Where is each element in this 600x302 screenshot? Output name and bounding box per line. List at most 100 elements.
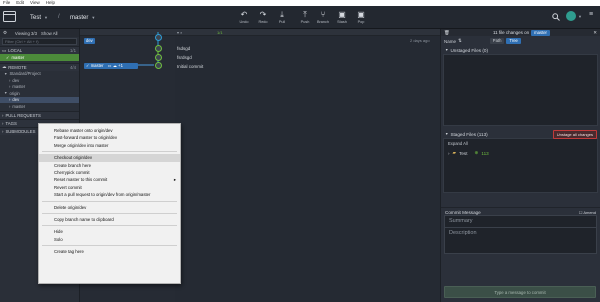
menu-item-hide[interactable]: Hide bbox=[39, 228, 180, 235]
chevron-right-icon: › bbox=[9, 77, 11, 83]
menu-item-fast-forward[interactable]: Fast-forward master to origin/dev bbox=[39, 134, 180, 141]
sort-name[interactable]: Name bbox=[444, 39, 456, 44]
staged-files-header[interactable]: ▼ Staged Files (113) Unstage all changes bbox=[441, 129, 600, 139]
pop-button[interactable]: ▣ Pop bbox=[351, 9, 371, 27]
repo-selector[interactable]: Test ▼ bbox=[30, 12, 48, 23]
commit-row[interactable]: fsdsgd bbox=[80, 44, 440, 53]
menu-item-start-pull-request[interactable]: Start a pull request to origin/dev from … bbox=[39, 191, 180, 198]
separator-icon: / bbox=[58, 14, 60, 20]
summary-input[interactable]: Summary bbox=[444, 215, 597, 228]
branch-pill: master bbox=[531, 29, 550, 36]
commit-row[interactable]: fsrdsgd bbox=[80, 53, 440, 62]
trash-icon[interactable]: 🗑 bbox=[444, 30, 450, 36]
staged-files-list[interactable]: Expand All › ▰ Test ⊕ 113 bbox=[443, 138, 598, 193]
description-input[interactable]: Description bbox=[444, 228, 597, 254]
search-icon[interactable] bbox=[552, 13, 560, 21]
chevron-down-icon: ▼ bbox=[91, 15, 96, 20]
computer-icon: ▭ bbox=[107, 63, 112, 68]
menu-separator bbox=[42, 212, 177, 214]
sidebar-item-master[interactable]: ✓ master bbox=[0, 54, 79, 61]
branch-selector[interactable]: master ▼ bbox=[70, 12, 95, 23]
menu-icon[interactable]: ≡ bbox=[589, 11, 593, 18]
cloud-icon: ☁ bbox=[112, 63, 117, 68]
section-remote[interactable]: ☁ REMOTE 4/4 bbox=[0, 62, 79, 71]
chevron-right-icon: › bbox=[2, 112, 4, 118]
menu-item-reset[interactable]: Reset master to this commit ▸ bbox=[39, 176, 180, 183]
chevron-right-icon: › bbox=[448, 150, 450, 156]
stash-icon: ▣ bbox=[338, 10, 346, 19]
close-icon[interactable]: ✕ bbox=[593, 30, 597, 36]
chevron-right-icon: › bbox=[9, 97, 11, 103]
menu-item-merge[interactable]: Merge origin/dev into master bbox=[39, 142, 180, 149]
viewing-count: Viewing 3/3 bbox=[14, 30, 37, 36]
view-tabs: Name ⇅ Path Tree bbox=[441, 36, 600, 46]
chevron-down-icon[interactable]: ▼ bbox=[578, 14, 582, 19]
tab-path[interactable]: Path bbox=[489, 38, 505, 44]
menu-item-revert[interactable]: Revert commit bbox=[39, 184, 180, 191]
menu-item-cherrypick[interactable]: Cherrypick commit bbox=[39, 169, 180, 176]
chevron-down-icon: ▼ bbox=[4, 71, 8, 76]
avatar[interactable] bbox=[566, 11, 576, 21]
menu-item-rebase[interactable]: Rebase master onto origin/dev bbox=[39, 127, 180, 134]
branch-button[interactable]: ⑂ Branch bbox=[313, 9, 333, 27]
repo-name: Test bbox=[30, 14, 42, 21]
menu-item-checkout[interactable]: Checkout origin/dev bbox=[39, 154, 180, 162]
chevron-down-icon: ▼ bbox=[4, 91, 8, 96]
unstaged-files-list[interactable] bbox=[443, 54, 598, 126]
commit-button[interactable]: Type a message to commit bbox=[444, 286, 596, 298]
commit-node[interactable] bbox=[155, 54, 162, 61]
redo-icon: ↷ bbox=[259, 10, 267, 19]
unstaged-files-header[interactable]: ▼ Unstaged Files (0) bbox=[441, 46, 600, 54]
amend-checkbox[interactable]: ☐ Amend bbox=[579, 210, 596, 215]
cloud-icon: ☁ bbox=[2, 64, 7, 69]
push-button[interactable]: ⤒ Push bbox=[295, 9, 315, 27]
commit-message-header: Commit Message ☐ Amend bbox=[441, 207, 600, 215]
context-menu: Rebase master onto origin/dev Fast-forwa… bbox=[38, 123, 181, 284]
commit-node[interactable] bbox=[155, 34, 162, 41]
unstage-all-button[interactable]: Unstage all changes bbox=[552, 129, 597, 139]
changes-header: 🗑 11 file changes on master ✕ bbox=[441, 29, 600, 36]
section-local[interactable]: ▭ LOCAL 1/1 bbox=[0, 46, 79, 54]
sort-icon[interactable]: ⇅ bbox=[458, 38, 462, 44]
chevron-right-icon: ▸ bbox=[173, 177, 176, 183]
menu-item-delete[interactable]: Delete origin/dev bbox=[39, 204, 180, 211]
menu-separator bbox=[42, 151, 177, 153]
menu-item-solo[interactable]: Solo bbox=[39, 236, 180, 243]
branch-icon: ⑂ bbox=[320, 10, 326, 19]
redo-button[interactable]: ↷ Redo bbox=[253, 9, 273, 27]
menu-item-create-branch[interactable]: Create branch here bbox=[39, 162, 180, 169]
pop-icon: ▣ bbox=[357, 10, 365, 19]
gear-icon[interactable]: ⚙ bbox=[3, 30, 7, 36]
pull-icon: ⤓ bbox=[280, 10, 284, 19]
check-icon: ✓ bbox=[6, 54, 10, 60]
section-pull-requests[interactable]: › PULL REQUESTS bbox=[0, 110, 79, 119]
computer-icon: ▭ bbox=[2, 47, 7, 53]
commit-row[interactable]: ✓ master ▭ ☁ +1 Initial commit bbox=[80, 62, 440, 71]
chevron-right-icon: › bbox=[2, 128, 4, 134]
push-icon: ⤒ bbox=[303, 10, 307, 19]
pull-button[interactable]: ⤓ Pull bbox=[272, 9, 292, 27]
filter-input[interactable]: Filter (Ctrl + Alt + f) bbox=[2, 38, 77, 45]
branch-name: master bbox=[70, 14, 89, 21]
remote-branch-origin-master[interactable]: › master bbox=[0, 103, 79, 110]
stash-button[interactable]: ▣ Stash bbox=[332, 9, 352, 27]
show-all-link[interactable]: Show All bbox=[41, 31, 57, 36]
branch-badge-master[interactable]: ✓ master ▭ ☁ +1 bbox=[84, 63, 138, 69]
commit-node[interactable] bbox=[155, 45, 162, 52]
tab-tree[interactable]: Tree bbox=[506, 38, 521, 44]
expand-all-link[interactable]: Expand All bbox=[444, 139, 597, 148]
menu-separator bbox=[42, 200, 177, 202]
staged-folder-row[interactable]: › ▰ Test ⊕ 113 bbox=[444, 148, 597, 158]
viewing-header: ⚙ Viewing 3/3 Show All bbox=[0, 29, 79, 37]
chevron-right-icon: › bbox=[9, 103, 11, 109]
menu-separator bbox=[42, 245, 177, 247]
folder-icon: ▰ bbox=[452, 150, 457, 155]
repo-folder-icon[interactable] bbox=[3, 11, 16, 22]
chevron-right-icon: › bbox=[9, 84, 11, 90]
menu-item-create-tag[interactable]: Create tag here bbox=[39, 248, 180, 255]
commit-node[interactable] bbox=[155, 62, 162, 69]
menu-item-copy-branch-name[interactable]: Copy branch name to clipboard bbox=[39, 216, 180, 223]
commit-time: 2 days ago bbox=[410, 38, 430, 43]
undo-button[interactable]: ↶ Undo bbox=[234, 9, 254, 27]
chevron-right-icon: › bbox=[2, 120, 4, 126]
